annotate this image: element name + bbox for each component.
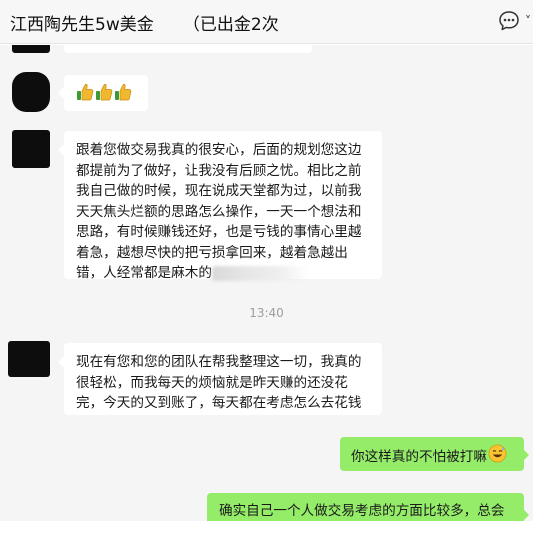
contact-avatar[interactable] <box>12 72 50 112</box>
chat-header: 江西陶先生5w美金 （已出金2次 ˅ <box>0 0 533 44</box>
chat-bubble-more-icon[interactable] <box>498 10 520 32</box>
thumbs-up-icon <box>76 82 94 109</box>
thumbs-up-icon <box>114 82 132 109</box>
grinning-sweat-emoji <box>488 444 507 470</box>
contact-avatar[interactable] <box>12 45 50 53</box>
message-bubble[interactable]: 现在有您和您的团队在帮我整理这一切，我真的很轻松，而我每天的烦恼就是昨天赚的还没… <box>64 343 382 415</box>
message-bubble[interactable] <box>64 45 312 53</box>
message-bubble[interactable]: 你这样真的不怕被打嘛 <box>340 437 524 471</box>
message-bubble[interactable]: 跟着您做交易我真的很安心，后面的规划您这边都提前为了做好，让我没有后顾之忧。相比… <box>64 131 382 281</box>
message-bubble[interactable] <box>64 75 148 111</box>
message-text: 现在有您和您的团队在帮我整理这一切，我真的很轻松，而我每天的烦恼就是昨天赚的还没… <box>76 354 362 411</box>
thumbs-up-icon <box>95 82 113 109</box>
blurred-text <box>211 265 308 281</box>
bottom-margin <box>0 521 533 536</box>
message-timestamp: 13:40 <box>249 306 284 320</box>
message-bubble[interactable]: 确实自己一个人做交易考虑的方面比较多，总会 <box>207 493 524 521</box>
message-text: 确实自己一个人做交易考虑的方面比较多，总会 <box>219 503 505 519</box>
message-text: 跟着您做交易我真的很安心，后面的规划您这边都提前为了做好，让我没有后顾之忧。相比… <box>76 142 362 281</box>
contact-avatar[interactable] <box>8 341 50 377</box>
contact-avatar[interactable] <box>12 130 50 168</box>
chat-message-list[interactable]: 跟着您做交易我真的很安心，后面的规划您这边都提前为了做好，让我没有后顾之忧。相比… <box>0 45 533 521</box>
chevron-down-icon[interactable]: ˅ <box>525 14 531 28</box>
message-text: 你这样真的不怕被打嘛 <box>351 448 487 465</box>
chat-title: 江西陶先生5w美金 （已出金2次 <box>10 15 279 35</box>
